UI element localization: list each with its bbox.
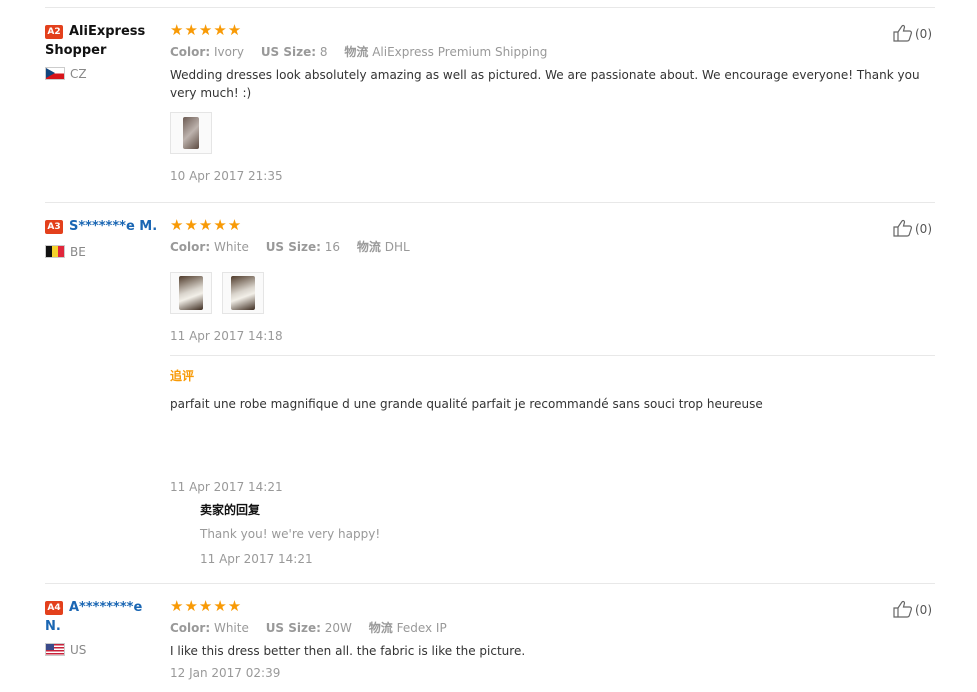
thumbs-up-icon	[893, 600, 912, 618]
flag-be-icon	[45, 245, 65, 258]
color-label: Color:	[170, 240, 211, 254]
reviewer-name[interactable]: S*******e M.	[69, 219, 157, 234]
color-value: White	[213, 621, 249, 635]
thumbs-up-icon	[893, 24, 912, 42]
country-code: CZ	[70, 67, 87, 81]
reviewer-country: CZ	[45, 66, 165, 82]
star-rating: ★★★★★	[170, 597, 243, 615]
size-value: 20W	[324, 621, 352, 635]
helpful-count: (0)	[915, 27, 932, 41]
review-content: ★★★★★ Color: Ivory US Size: 8 物流 AliExpr…	[170, 21, 935, 184]
star-rating: ★★★★★	[170, 216, 243, 234]
size-label: US Size:	[265, 621, 321, 635]
review-date: 10 Apr 2017 21:35	[170, 169, 283, 183]
helpful-button[interactable]: (0)	[893, 219, 932, 237]
review-photos	[170, 112, 935, 154]
reviewer-info: A4 A********e N. US	[45, 598, 160, 658]
helpful-count: (0)	[915, 603, 932, 617]
reviewer-country: BE	[45, 244, 165, 260]
color-label: Color:	[170, 45, 211, 59]
followup-text: parfait une robe magnifique d une grande…	[170, 397, 763, 411]
shipping-label: 物流	[356, 240, 381, 254]
color-label: Color:	[170, 621, 211, 635]
review-text: Wedding dresses look absolutely amazing …	[170, 68, 920, 100]
shipping-value: AliExpress Premium Shipping	[372, 45, 548, 59]
followup-title: 追评	[170, 369, 195, 383]
review-date: 11 Apr 2017 14:18	[170, 329, 283, 343]
review-photo-thumbnail[interactable]	[222, 272, 265, 314]
flag-us-icon	[45, 643, 65, 656]
reviewer-name-line: A3 S*******e M.	[45, 217, 165, 236]
review-date: 12 Jan 2017 02:39	[170, 666, 281, 680]
color-value: Ivory	[213, 45, 244, 59]
star-rating: ★★★★★	[170, 21, 243, 39]
review-photo-thumbnail[interactable]	[170, 112, 212, 154]
color-value: White	[213, 240, 249, 254]
reviewer-country: US	[45, 642, 160, 658]
seller-reply-title: 卖家的回复	[200, 503, 261, 517]
size-label: US Size:	[265, 240, 321, 254]
level-badge: A2	[45, 25, 63, 39]
top-divider	[45, 7, 935, 8]
thumbs-up-icon	[893, 219, 912, 237]
shipping-value: DHL	[384, 240, 410, 254]
reviewer-info: A2 AliExpress Shopper CZ	[45, 22, 165, 82]
shipping-label: 物流	[368, 621, 393, 635]
reviewer-name-line: A4 A********e N.	[45, 598, 160, 636]
review-photos	[170, 272, 935, 314]
review-text: I like this dress better then all. the f…	[170, 644, 526, 658]
seller-reply-date: 11 Apr 2017 14:21	[200, 552, 313, 566]
helpful-button[interactable]: (0)	[893, 24, 932, 42]
helpful-button[interactable]: (0)	[893, 600, 932, 618]
review-content: ★★★★★ Color: White US Size: 20W 物流 Fedex…	[170, 597, 935, 681]
followup-date: 11 Apr 2017 14:21	[170, 480, 283, 494]
country-code: BE	[70, 245, 86, 259]
helpful-count: (0)	[915, 222, 932, 236]
order-attributes: Color: White US Size: 20W 物流 Fedex IP	[170, 620, 935, 636]
review-divider	[45, 583, 935, 584]
review-photo-thumbnail[interactable]	[170, 272, 212, 314]
size-label: US Size:	[260, 45, 317, 59]
level-badge: A4	[45, 601, 63, 615]
reviewer-name-line: A2 AliExpress Shopper	[45, 22, 165, 60]
size-value: 16	[324, 240, 341, 254]
shipping-value: Fedex IP	[396, 621, 447, 635]
review-divider	[45, 202, 935, 203]
seller-reply-text: Thank you! we're very happy!	[200, 527, 381, 541]
order-attributes: Color: Ivory US Size: 8 物流 AliExpress Pr…	[170, 44, 935, 60]
shipping-label: 物流	[344, 45, 369, 59]
reviewer-info: A3 S*******e M. BE	[45, 217, 165, 260]
review-content: ★★★★★ Color: White US Size: 16 物流 DHL 11…	[170, 216, 935, 344]
level-badge: A3	[45, 220, 63, 234]
country-code: US	[70, 643, 87, 657]
size-value: 8	[319, 45, 328, 59]
order-attributes: Color: White US Size: 16 物流 DHL	[170, 239, 935, 255]
followup-divider	[170, 355, 935, 356]
flag-cz-icon	[45, 67, 65, 80]
